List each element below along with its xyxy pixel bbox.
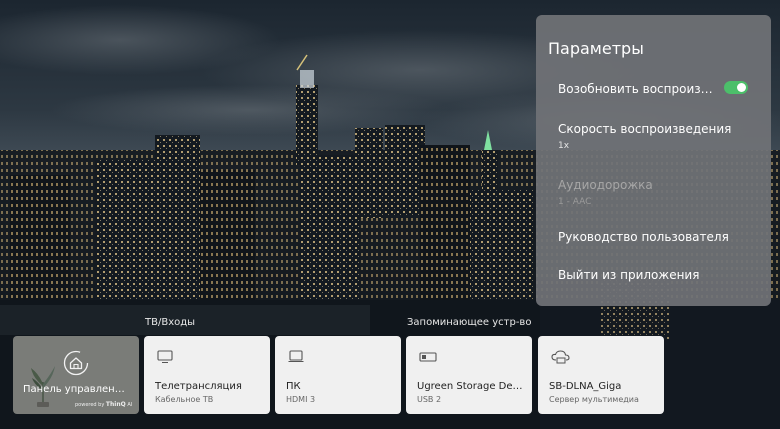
tv-icon	[157, 350, 173, 364]
audio-track-label: Аудиодорожка	[558, 178, 653, 192]
live-tv-subtitle: Кабельное ТВ	[155, 395, 214, 404]
thinq-badge: powered by ThinQ AI	[75, 401, 133, 408]
panel-title: Параметры	[548, 39, 644, 58]
usb-storage-subtitle: USB 2	[417, 395, 442, 404]
playback-speed-label: Скорость воспроизведения	[558, 122, 732, 136]
media-server-icon	[551, 350, 570, 364]
section-label-storage: Запоминающее устр-во	[407, 317, 532, 328]
pc-input-card[interactable]: ПК HDMI 3	[275, 336, 401, 414]
exit-app-label: Выйти из приложения	[558, 268, 700, 282]
toggle-knob	[737, 83, 746, 92]
usb-storage-card[interactable]: Ugreen Storage Dev… USB 2	[406, 336, 532, 414]
monitor-icon	[288, 350, 304, 363]
resume-playback-label: Возобновить воспроизве…	[558, 82, 718, 96]
section-label-inputs: ТВ/Входы	[145, 317, 196, 328]
user-guide-option[interactable]: Руководство пользователя	[558, 230, 758, 244]
usb-storage-title: Ugreen Storage Dev…	[417, 381, 525, 392]
user-guide-label: Руководство пользователя	[558, 230, 729, 244]
exit-app-option[interactable]: Выйти из приложения	[558, 268, 758, 282]
media-server-card[interactable]: SB-DLNA_Giga Сервер мультимедиа	[538, 336, 664, 414]
media-server-title: SB-DLNA_Giga	[549, 381, 622, 392]
usb-storage-icon	[419, 352, 437, 362]
playback-speed-value: 1x	[558, 141, 570, 151]
playback-speed-option[interactable]: Скорость воспроизведения 1x	[558, 122, 758, 151]
audio-track-option: Аудиодорожка 1 - AAC	[558, 178, 758, 207]
media-server-subtitle: Сервер мультимедиа	[549, 395, 639, 404]
live-tv-title: Телетрансляция	[155, 381, 242, 392]
settings-panel: Параметры Возобновить воспроизве… Скорос…	[536, 15, 771, 306]
pc-input-subtitle: HDMI 3	[286, 395, 316, 404]
audio-track-value: 1 - AAC	[558, 197, 592, 207]
resume-playback-toggle[interactable]	[724, 81, 748, 94]
live-tv-card[interactable]: Телетрансляция Кабельное ТВ	[144, 336, 270, 414]
dashboard-card[interactable]: Панель управлен… powered by ThinQ AI	[13, 336, 139, 414]
pc-input-title: ПК	[286, 381, 301, 392]
dashboard-title: Панель управлен…	[23, 384, 125, 395]
home-icon	[63, 350, 89, 376]
